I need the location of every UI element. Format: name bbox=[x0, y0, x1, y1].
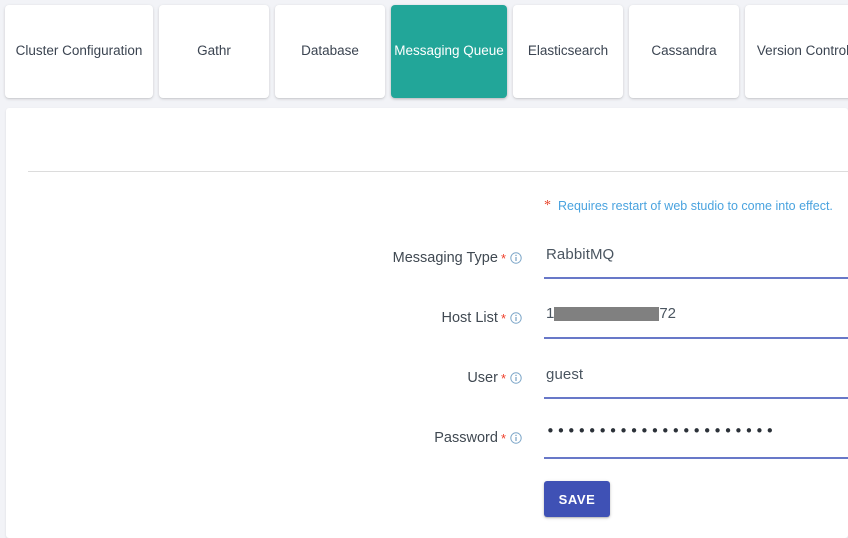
input-wrap-user: guest bbox=[544, 358, 848, 406]
tab-label: Cluster Configuration bbox=[15, 43, 143, 59]
label-text: Messaging Type bbox=[392, 250, 498, 266]
tab-version-control[interactable]: Version Control bbox=[745, 5, 848, 98]
info-circle-icon[interactable] bbox=[510, 312, 522, 324]
host-list-suffix: 72 bbox=[659, 305, 677, 322]
redaction-bar bbox=[554, 306, 660, 321]
tab-label: Cassandra bbox=[651, 43, 717, 59]
info-circle-icon[interactable] bbox=[510, 432, 522, 444]
input-underline bbox=[544, 277, 848, 279]
input-underline bbox=[544, 457, 848, 459]
label-messaging-type: Messaging Type * bbox=[6, 250, 506, 266]
section-divider bbox=[28, 171, 848, 172]
input-wrap-host-list: 1 72 bbox=[544, 298, 848, 346]
label-text: User bbox=[467, 370, 498, 386]
label-text: Host List bbox=[441, 310, 498, 326]
tab-cluster-configuration[interactable]: Cluster Configuration bbox=[5, 5, 153, 98]
required-asterisk: * bbox=[500, 371, 506, 386]
field-row-host-list: Host List * 1 72 bbox=[6, 298, 848, 358]
info-circle-icon[interactable] bbox=[510, 372, 522, 384]
tab-database[interactable]: Database bbox=[275, 5, 385, 98]
form-actions: SAVE bbox=[544, 481, 610, 517]
messaging-queue-settings-panel: * Requires restart of web studio to come… bbox=[6, 108, 848, 538]
tab-label: Messaging Queue bbox=[394, 43, 504, 59]
required-asterisk: * bbox=[500, 431, 506, 446]
restart-required-note: * Requires restart of web studio to come… bbox=[544, 198, 833, 213]
input-wrap-password: •••••••••••••••••••••• bbox=[544, 418, 848, 466]
field-row-user: User * guest bbox=[6, 358, 848, 418]
host-list-prefix: 1 bbox=[546, 305, 555, 322]
tab-label: Version Control bbox=[756, 43, 848, 59]
label-text: Password bbox=[434, 430, 498, 446]
messaging-queue-form: Messaging Type * RabbitMQ Host List * 1 … bbox=[6, 238, 848, 478]
required-asterisk: * bbox=[500, 251, 506, 266]
tab-label: Database bbox=[301, 43, 359, 59]
input-host-list[interactable]: 1 72 bbox=[546, 305, 676, 322]
input-underline bbox=[544, 397, 848, 399]
tab-elasticsearch[interactable]: Elasticsearch bbox=[513, 5, 623, 98]
settings-tab-strip: Cluster Configuration Gathr Database Mes… bbox=[0, 0, 848, 104]
input-user[interactable]: guest bbox=[546, 366, 846, 383]
save-button[interactable]: SAVE bbox=[544, 481, 610, 517]
tab-label: Gathr bbox=[197, 43, 231, 59]
input-messaging-type[interactable]: RabbitMQ bbox=[546, 246, 846, 263]
label-host-list: Host List * bbox=[6, 310, 506, 326]
required-asterisk: * bbox=[500, 311, 506, 326]
restart-note-text: Requires restart of web studio to come i… bbox=[558, 199, 833, 213]
label-password: Password * bbox=[6, 430, 506, 446]
tab-messaging-queue[interactable]: Messaging Queue bbox=[391, 5, 507, 98]
info-circle-icon[interactable] bbox=[510, 252, 522, 264]
tab-gathr[interactable]: Gathr bbox=[159, 5, 269, 98]
field-row-messaging-type: Messaging Type * RabbitMQ bbox=[6, 238, 848, 298]
tab-cassandra[interactable]: Cassandra bbox=[629, 5, 739, 98]
input-password[interactable]: •••••••••••••••••••••• bbox=[546, 422, 776, 440]
required-asterisk-icon: * bbox=[544, 198, 551, 213]
label-user: User * bbox=[6, 370, 506, 386]
input-underline bbox=[544, 337, 848, 339]
field-row-password: Password * •••••••••••••••••••••• bbox=[6, 418, 848, 478]
input-wrap-messaging-type: RabbitMQ bbox=[544, 238, 848, 286]
tab-label: Elasticsearch bbox=[527, 43, 609, 59]
